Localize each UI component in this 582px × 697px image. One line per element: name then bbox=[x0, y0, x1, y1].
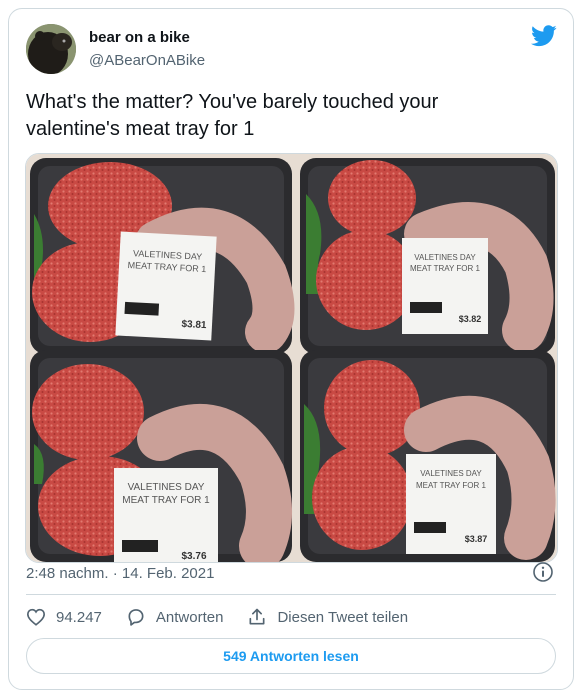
tweet-timestamp[interactable]: 2:48 nachm. · 14. Feb. 2021 bbox=[26, 565, 214, 582]
read-replies-button[interactable]: 549 Antworten lesen bbox=[26, 638, 556, 674]
like-count: 94.247 bbox=[56, 608, 102, 626]
avatar[interactable] bbox=[26, 24, 76, 74]
tweet-text-line: What's the matter? You've barely touched… bbox=[26, 91, 439, 113]
label-line: MEAT TRAY FOR 1 bbox=[122, 495, 210, 506]
price-text: $3.82 bbox=[459, 314, 482, 324]
price-text: $3.76 bbox=[181, 551, 206, 562]
share-label: Diesen Tweet teilen bbox=[277, 608, 409, 626]
reply-bubble-icon bbox=[128, 609, 144, 626]
meat-tray bbox=[30, 350, 292, 562]
reply-label: Antworten bbox=[155, 608, 224, 626]
share-icon bbox=[249, 608, 265, 625]
twitter-bird-icon[interactable] bbox=[531, 25, 557, 47]
price-text: $3.81 bbox=[181, 319, 207, 331]
display-name[interactable]: bear on a bike bbox=[89, 29, 190, 46]
info-icon[interactable] bbox=[532, 561, 554, 583]
divider bbox=[26, 594, 556, 595]
label-line: VALETINES DAY bbox=[128, 482, 205, 493]
like-button[interactable]: 94.247 bbox=[26, 608, 102, 626]
tweet-actions: 94.247 Antworten Diesen Tweet teilen bbox=[26, 605, 432, 629]
price-text: $3.87 bbox=[465, 534, 488, 544]
reply-button[interactable]: Antworten bbox=[126, 607, 224, 627]
label-line: VALETINES DAY bbox=[420, 469, 482, 478]
share-button[interactable]: Diesen Tweet teilen bbox=[247, 607, 408, 627]
heart-icon bbox=[26, 608, 46, 626]
tweet-image[interactable]: VALETINES DAY MEAT TRAY FOR 1 $3.81 VALE… bbox=[25, 153, 558, 563]
tweet-text-line: valentine's meat tray for 1 bbox=[26, 118, 255, 140]
tweet-text: What's the matter? You've barely touched… bbox=[26, 89, 556, 143]
label-line: MEAT TRAY FOR 1 bbox=[410, 264, 480, 273]
label-line: VALETINES DAY bbox=[414, 253, 476, 262]
tweet-card: bear on a bike @ABearOnABike What's the … bbox=[8, 8, 574, 690]
label-line: MEAT TRAY FOR 1 bbox=[416, 481, 486, 490]
user-handle[interactable]: @ABearOnABike bbox=[89, 52, 205, 69]
